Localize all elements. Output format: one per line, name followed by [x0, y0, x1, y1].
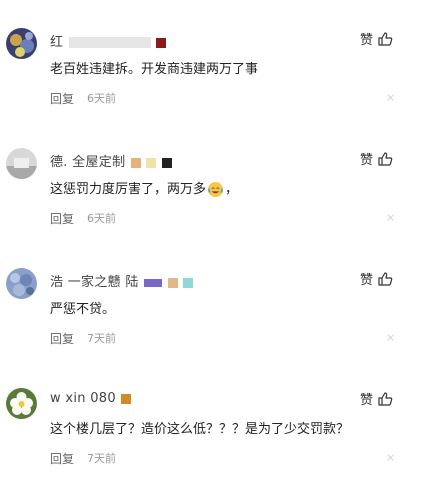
redacted-mark: [167, 277, 178, 288]
thumbs-up-icon: [378, 271, 393, 286]
reply-link[interactable]: 回复: [50, 330, 74, 347]
comment-text: 严惩不贷。: [50, 302, 116, 317]
thumbs-up-icon: [378, 31, 393, 46]
redacted-mark: [156, 37, 167, 48]
like-label: 赞: [360, 33, 374, 48]
comment-author[interactable]: 德. 全屋定制: [50, 151, 172, 170]
comment-item: 红 赞 老百姓违建拆。开发商违建两万了事 回复 6天前 ×: [0, 2, 422, 122]
redacted-mark: [146, 157, 157, 168]
comment-meta: 回复 7天前: [50, 450, 116, 467]
reply-link[interactable]: 回复: [50, 210, 74, 227]
comment-item: 浩 一家之戆 陆 赞 严惩不贷。 回复 7天前 ×: [0, 242, 422, 362]
comment-time: 6天前: [87, 92, 117, 105]
avatar[interactable]: [6, 148, 37, 179]
comment-time: 7天前: [87, 452, 117, 465]
comment-item: 德. 全屋定制 赞 这惩罚力度厉害了，两万多 ， 回复 6天前 ×: [0, 122, 422, 242]
comment-meta: 回复 7天前: [50, 330, 116, 347]
reply-link[interactable]: 回复: [50, 90, 74, 107]
like-button[interactable]: 赞: [360, 269, 393, 288]
like-button[interactable]: 赞: [360, 389, 393, 408]
redacted-mark: [182, 277, 193, 288]
like-label: 赞: [360, 153, 374, 168]
like-label: 赞: [360, 393, 374, 408]
comment-author[interactable]: w xin 080: [50, 391, 132, 406]
like-label: 赞: [360, 273, 374, 288]
comment-time: 7天前: [87, 332, 117, 345]
redacted-mark: [130, 157, 141, 168]
redacted-mark: [161, 157, 172, 168]
comment-meta: 回复 6天前: [50, 90, 116, 107]
comment-text: 这惩罚力度厉害了，两万多 ，: [50, 181, 239, 198]
reply-link[interactable]: 回复: [50, 450, 74, 467]
close-icon[interactable]: ×: [386, 332, 395, 343]
close-icon[interactable]: ×: [386, 212, 395, 223]
redacted-mark: [121, 393, 132, 404]
redacted-mark: [68, 37, 151, 48]
thumbs-up-icon: [378, 391, 393, 406]
thumbs-up-icon: [378, 151, 393, 166]
avatar[interactable]: [6, 268, 37, 299]
close-icon[interactable]: ×: [386, 92, 395, 103]
comment-author[interactable]: 红: [50, 31, 167, 50]
comment-text: 老百姓违建拆。开发商违建两万了事: [50, 62, 259, 77]
comment-time: 6天前: [87, 212, 117, 225]
crying-laugh-emoji-icon: [207, 181, 224, 198]
avatar[interactable]: [6, 28, 37, 59]
avatar[interactable]: [6, 388, 37, 419]
like-button[interactable]: 赞: [360, 29, 393, 48]
redacted-mark: [144, 278, 163, 287]
like-button[interactable]: 赞: [360, 149, 393, 168]
close-icon[interactable]: ×: [386, 452, 395, 463]
comment-author[interactable]: 浩 一家之戆 陆: [50, 271, 193, 290]
comment-meta: 回复 6天前: [50, 210, 116, 227]
comment-item: w xin 080 赞 这个楼几层了？造价这么低？？？是为了少交罚款？ 回复 7…: [0, 362, 422, 482]
comment-text: 这个楼几层了？造价这么低？？？是为了少交罚款？: [50, 422, 350, 437]
